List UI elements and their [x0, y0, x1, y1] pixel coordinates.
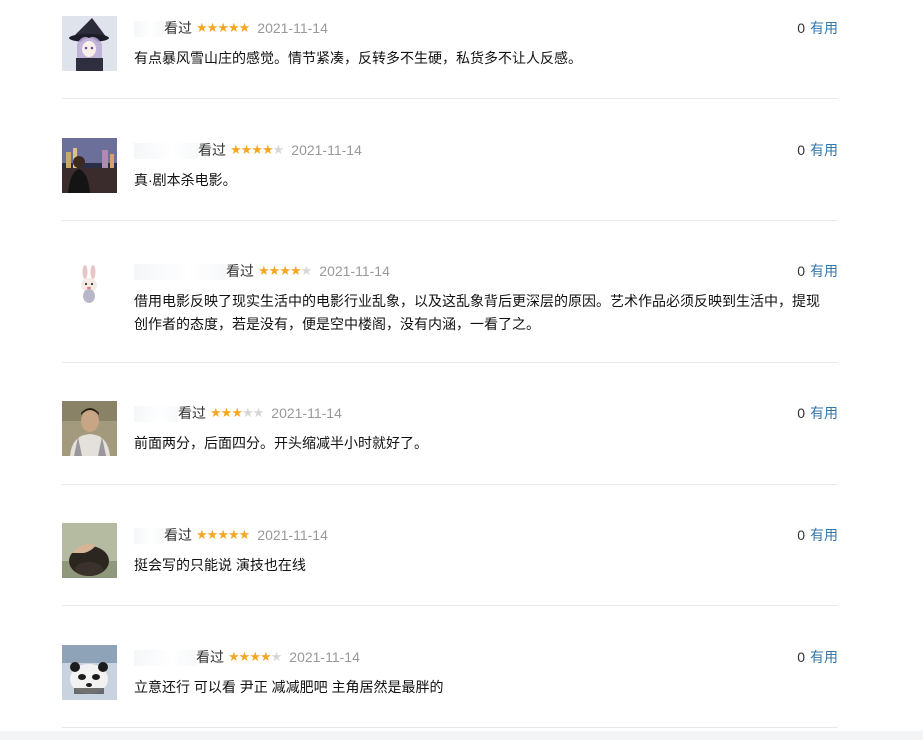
review-meta: 看过 ★★★★★ 2021-11-14 [134, 403, 342, 423]
useful-button[interactable]: 有用 [810, 263, 838, 279]
comments-page: 看过 ★★★★★ 2021-11-14 0 有用 有点暴风雪山庄的感觉。情节紧凑，… [0, 0, 923, 740]
star-filled-icon: ★ [196, 527, 208, 542]
username-link[interactable] [134, 140, 198, 160]
review-text: 真·剧本杀电影。 [134, 172, 237, 188]
rating-stars: ★★★★★ [196, 18, 251, 38]
vote-area: 0 有用 [797, 140, 838, 160]
username-link[interactable] [134, 261, 226, 281]
star-filled-icon: ★ [238, 649, 251, 664]
review-date: 2021-11-14 [289, 649, 360, 665]
review-meta: 看过 ★★★★★ 2021-11-14 [134, 647, 360, 667]
username-link[interactable] [134, 18, 164, 38]
review-meta: 看过 ★★★★★ 2021-11-14 [134, 140, 362, 160]
page-footer-strip [0, 731, 923, 740]
review-meta: 看过 ★★★★★ 2021-11-14 [134, 18, 328, 38]
watched-label: 看过 [226, 263, 254, 279]
star-filled-icon: ★ [251, 142, 263, 157]
rating-stars: ★★★★★ [258, 261, 313, 281]
star-filled-icon: ★ [231, 405, 243, 420]
star-filled-icon: ★ [227, 20, 240, 35]
star-filled-icon: ★ [217, 20, 229, 35]
username-link[interactable] [134, 525, 164, 545]
avatar-night-city-icon[interactable] [62, 138, 117, 193]
review-item: 看过 ★★★★★ 2021-11-14 0 有用 有点暴风雪山庄的感觉。情节紧凑，… [62, 16, 838, 99]
vote-area: 0 有用 [797, 403, 838, 423]
useful-button[interactable]: 有用 [810, 649, 838, 665]
rating-stars: ★★★★★ [210, 403, 265, 423]
star-filled-icon: ★ [261, 142, 274, 157]
review-item: 看过 ★★★★★ 2021-11-14 0 有用 挺会写的只能说 演技也在线 [62, 523, 838, 606]
watched-label: 看过 [178, 405, 206, 421]
star-filled-icon: ★ [206, 20, 219, 35]
username-link[interactable] [134, 647, 196, 667]
watched-label: 看过 [164, 20, 192, 36]
review-meta: 看过 ★★★★★ 2021-11-14 [134, 525, 328, 545]
star-filled-icon: ★ [220, 405, 233, 420]
star-filled-icon: ★ [238, 20, 251, 35]
useful-button[interactable]: 有用 [810, 405, 838, 421]
avatar-witch-anime-icon[interactable] [62, 16, 117, 71]
star-filled-icon: ★ [279, 263, 291, 278]
useful-button[interactable]: 有用 [810, 142, 838, 158]
vote-count: 0 [797, 649, 805, 665]
avatar-man-portrait-icon[interactable] [62, 401, 117, 456]
review-item: 看过 ★★★★★ 2021-11-14 0 有用 立意还行 可以看 尹正 减减肥吧… [62, 645, 838, 728]
star-filled-icon: ★ [258, 263, 270, 278]
vote-area: 0 有用 [797, 18, 838, 38]
review-date: 2021-11-14 [319, 263, 390, 279]
username-link[interactable] [134, 403, 178, 423]
star-filled-icon: ★ [240, 142, 253, 157]
watched-label: 看过 [198, 142, 226, 158]
review-date: 2021-11-14 [271, 405, 342, 421]
review-meta: 看过 ★★★★★ 2021-11-14 [134, 261, 390, 281]
review-date: 2021-11-14 [257, 20, 328, 36]
star-filled-icon: ★ [289, 263, 302, 278]
review-date: 2021-11-14 [257, 527, 328, 543]
rating-stars: ★★★★★ [230, 140, 285, 160]
vote-count: 0 [797, 405, 805, 421]
review-text: 挺会写的只能说 演技也在线 [134, 557, 306, 573]
star-filled-icon: ★ [210, 405, 222, 420]
vote-count: 0 [797, 20, 805, 36]
star-empty-icon: ★ [300, 263, 313, 278]
avatar-panda-icon[interactable] [62, 645, 117, 700]
vote-count: 0 [797, 527, 805, 543]
star-empty-icon: ★ [270, 649, 283, 664]
useful-button[interactable]: 有用 [810, 20, 838, 36]
review-item: 看过 ★★★★★ 2021-11-14 0 有用 前面两分，后面四分。开头缩减半小… [62, 401, 838, 485]
star-empty-icon: ★ [272, 142, 285, 157]
avatar-rabbit-icon[interactable] [62, 259, 117, 314]
star-filled-icon: ★ [230, 142, 242, 157]
vote-count: 0 [797, 142, 805, 158]
vote-count: 0 [797, 263, 805, 279]
star-filled-icon: ★ [259, 649, 272, 664]
review-date: 2021-11-14 [291, 142, 362, 158]
star-filled-icon: ★ [217, 527, 229, 542]
avatar-head-hand-icon[interactable] [62, 523, 117, 578]
star-filled-icon: ★ [196, 20, 208, 35]
vote-area: 0 有用 [797, 261, 838, 281]
star-empty-icon: ★ [252, 405, 265, 420]
review-item: 看过 ★★★★★ 2021-11-14 0 有用 真·剧本杀电影。 [62, 138, 838, 221]
star-filled-icon: ★ [249, 649, 261, 664]
star-filled-icon: ★ [268, 263, 281, 278]
review-text: 有点暴风雪山庄的感觉。情节紧凑，反转多不生硬，私货多不让人反感。 [134, 50, 582, 66]
review-item: 看过 ★★★★★ 2021-11-14 0 有用 借用电影反映了现实生活中的电影行… [62, 259, 838, 363]
star-filled-icon: ★ [227, 527, 240, 542]
star-filled-icon: ★ [206, 527, 219, 542]
rating-stars: ★★★★★ [196, 525, 251, 545]
review-text: 立意还行 可以看 尹正 减减肥吧 主角居然是最胖的 [134, 679, 444, 695]
star-empty-icon: ★ [241, 405, 254, 420]
star-filled-icon: ★ [228, 649, 240, 664]
review-text: 借用电影反映了现实生活中的电影行业乱象，以及这乱象背后更深层的原因。艺术作品必须… [134, 293, 820, 332]
vote-area: 0 有用 [797, 647, 838, 667]
useful-button[interactable]: 有用 [810, 527, 838, 543]
watched-label: 看过 [164, 527, 192, 543]
review-text: 前面两分，后面四分。开头缩减半小时就好了。 [134, 435, 428, 451]
vote-area: 0 有用 [797, 525, 838, 545]
star-filled-icon: ★ [238, 527, 251, 542]
watched-label: 看过 [196, 649, 224, 665]
rating-stars: ★★★★★ [228, 647, 283, 667]
